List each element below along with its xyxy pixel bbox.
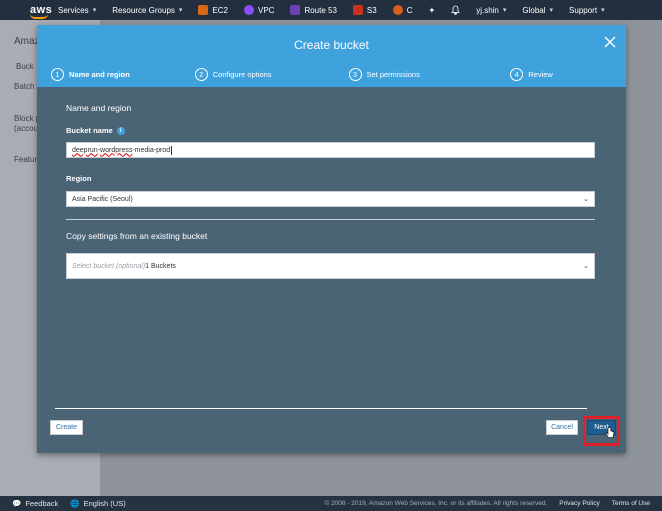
feedback-label: Feedback [25, 499, 59, 508]
region-select[interactable]: Asia Pacific (Seoul) ⌄ [66, 191, 595, 207]
cloudformation-icon [392, 5, 403, 15]
create-button[interactable]: Create [50, 420, 83, 435]
shortcut-route53[interactable]: Route 53 [282, 5, 344, 15]
section-title: Name and region [66, 103, 132, 113]
step-review[interactable]: 4 Review [452, 66, 614, 82]
create-bucket-dialog: Create bucket 1 Name and region 2 Config… [37, 25, 626, 453]
pin-button[interactable]: ✦ [420, 6, 443, 15]
footer-divider [55, 408, 587, 409]
chevron-down-icon: ▾ [92, 7, 97, 14]
shortcut-label: C [406, 5, 413, 15]
resource-groups-menu[interactable]: Resource Groups ▾ [104, 6, 190, 15]
hand-cursor-icon [605, 427, 615, 438]
top-nav: aws Services ▾ Resource Groups ▾ EC2 VPC… [0, 0, 662, 20]
aws-logo[interactable]: aws [0, 4, 52, 19]
shortcut-vpc[interactable]: VPC [236, 5, 282, 15]
copy-select-count: 1 Buckets [145, 262, 176, 270]
bucket-name-part: deeprun [72, 146, 98, 154]
user-menu[interactable]: yj.shin ▾ [468, 6, 514, 15]
privacy-policy-link[interactable]: Privacy Policy [559, 500, 611, 507]
step-set-permissions[interactable]: 3 Set permissions [299, 66, 453, 82]
dialog-title: Create bucket [294, 38, 369, 52]
bucket-name-input[interactable]: deeprun - wordpress -media-prod [66, 142, 595, 158]
route53-icon [290, 5, 301, 15]
vpc-icon [243, 5, 254, 15]
sidebar-item-block-account: (accou [14, 124, 39, 133]
chevron-down-icon: ⌄ [583, 196, 589, 203]
step-label: Set permissions [366, 69, 420, 79]
step-label: Review [528, 69, 553, 79]
shortcut-ec2[interactable]: EC2 [190, 5, 236, 15]
dialog-header: Create bucket 1 Name and region 2 Config… [37, 25, 626, 87]
bucket-name-label-text: Bucket name [66, 126, 113, 135]
divider [66, 219, 595, 220]
language-label: English (US) [83, 499, 126, 508]
chevron-down-icon: ▾ [601, 7, 605, 14]
copy-settings-title: Copy settings from an existing bucket [66, 231, 208, 241]
chevron-down-icon: ▾ [178, 7, 183, 14]
shortcut-cloudformation[interactable]: C [385, 5, 421, 15]
region-field-label: Region [66, 174, 92, 183]
copy-select-placeholder: Select bucket (optional) [72, 262, 146, 270]
step-number: 4 [510, 67, 524, 81]
step-label: Configure options [212, 69, 272, 79]
copyright-text: © 2008 - 2019, Amazon Web Services, Inc.… [324, 500, 548, 507]
wizard-steps: 1 Name and region 2 Configure options 3 … [49, 66, 614, 82]
step-number: 1 [51, 67, 64, 81]
step-label: Name and region [69, 69, 130, 79]
resource-groups-label: Resource Groups [112, 5, 175, 15]
text-cursor [171, 145, 173, 155]
dialog-body: Name and region Bucket name i deeprun - wo… [66, 103, 596, 279]
cancel-button[interactable]: Cancel [546, 420, 578, 435]
console-footer: 💬 Feedback 🌐 English (US) © 2008 - 2019,… [0, 496, 662, 511]
sidebar-item-buckets[interactable]: Buck [16, 62, 34, 71]
sidebar-title: Amaz [14, 36, 40, 47]
sidebar-item-batch[interactable]: Batch [14, 82, 34, 91]
step-number: 2 [194, 67, 208, 81]
shortcut-label: EC2 [212, 5, 228, 15]
chevron-down-icon: ▾ [502, 7, 507, 14]
info-icon[interactable]: i [116, 126, 125, 135]
region-selected-value: Asia Pacific (Seoul) [72, 195, 133, 203]
bell-icon [451, 5, 461, 15]
language-selector[interactable]: 🌐 English (US) [58, 499, 125, 508]
services-menu[interactable]: Services ▾ [44, 6, 104, 15]
bucket-name-label: Bucket name i [66, 126, 596, 135]
chevron-down-icon: ▾ [549, 7, 554, 14]
copy-settings-select[interactable]: Select bucket (optional) 1 Buckets ⌄ [66, 253, 595, 279]
sidebar-item-features[interactable]: Featur [14, 155, 37, 164]
support-menu[interactable]: Support ▾ [561, 6, 613, 15]
region-menu[interactable]: Global ▾ [514, 6, 561, 15]
chevron-down-icon: ⌄ [583, 263, 589, 270]
shortcut-s3[interactable]: S3 [345, 5, 385, 15]
bucket-name-part: -media-prod [132, 146, 171, 154]
shortcut-label: S3 [366, 5, 377, 15]
step-name-and-region[interactable]: 1 Name and region [49, 66, 155, 82]
bucket-name-part: wordpress [100, 146, 133, 154]
ec2-icon [198, 5, 209, 15]
services-label: Services [58, 5, 89, 15]
close-icon[interactable] [603, 35, 617, 49]
step-configure-options[interactable]: 2 Configure options [155, 66, 299, 82]
notifications-button[interactable] [443, 5, 468, 15]
user-name: yj.shin [476, 5, 499, 15]
feedback-link[interactable]: 💬 Feedback [0, 499, 58, 508]
pin-icon: ✦ [428, 5, 436, 15]
feedback-icon: 💬 [12, 499, 22, 508]
shortcut-label: VPC [257, 5, 275, 15]
region-label: Global [522, 5, 546, 15]
terms-of-use-link[interactable]: Terms of Use [612, 500, 662, 507]
shortcut-label: Route 53 [304, 5, 337, 15]
step-number: 3 [348, 67, 362, 81]
s3-icon [352, 5, 363, 15]
support-label: Support [569, 5, 598, 15]
globe-icon: 🌐 [70, 499, 80, 508]
